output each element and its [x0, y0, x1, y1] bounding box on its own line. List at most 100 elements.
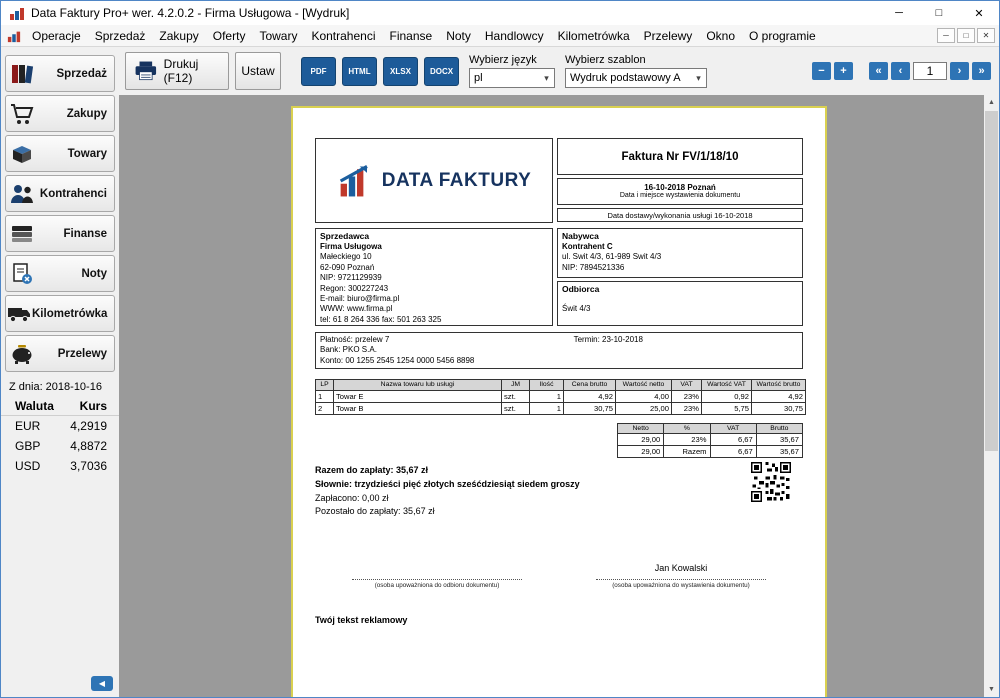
menu-handlowcy[interactable]: Handlowcy	[478, 27, 551, 45]
minimize-button[interactable]: ─	[879, 1, 919, 25]
close-button[interactable]: ✕	[959, 1, 999, 25]
rate-row-usd: USD 3,7036	[1, 456, 119, 476]
paid-amount: Zapłacono: 0,00 zł	[315, 492, 803, 506]
cell-vat: 5,75	[702, 402, 752, 414]
menu-o-programie[interactable]: O programie	[742, 27, 823, 45]
sidebar-item-noty[interactable]: Noty	[5, 255, 115, 292]
cell-gross-price: 4,92	[564, 390, 616, 402]
export-xlsx-button[interactable]: XLSX	[383, 57, 418, 86]
payment-method: Płatność: przelew 7	[320, 335, 798, 345]
cell-jm: szt.	[502, 390, 530, 402]
template-select[interactable]: Wydruk podstawowy A ▾	[565, 68, 707, 88]
menu-okno[interactable]: Okno	[699, 27, 742, 45]
rate-value: 4,8872	[70, 439, 107, 453]
page-number-input[interactable]	[913, 62, 947, 80]
maximize-button[interactable]: □	[919, 1, 959, 25]
col-header: VAT	[672, 380, 702, 390]
sidebar-collapse-button[interactable]: ◀	[91, 676, 113, 691]
first-page-button[interactable]: «	[869, 62, 888, 80]
mdi-window-controls: ─ □ ✕	[937, 28, 999, 43]
menu-finanse[interactable]: Finanse	[383, 27, 440, 45]
buyer-line: ul. Swit 4/3, 61-989 Swit 4/3	[562, 252, 798, 262]
sidebar-item-label: Kontrahenci	[38, 188, 114, 200]
payment-term: Termin: 23-10-2018	[574, 335, 643, 345]
print-button-label: Drukuj (F12)	[164, 57, 220, 85]
invoice-page: DATA FAKTURY Faktura Nr FV/1/18/10 16-10…	[291, 106, 827, 697]
col-header: LP	[316, 380, 334, 390]
cell-lp: 2	[316, 402, 334, 414]
sidebar-item-przelewy[interactable]: Przelewy	[5, 335, 115, 372]
seller-line: tel: 61 8 264 336 fax: 501 263 325	[320, 315, 548, 325]
language-value: pl	[474, 72, 483, 84]
total-due: Razem do zapłaty: 35,67 zł	[315, 464, 803, 478]
col-header: Wartość netto	[616, 380, 672, 390]
menu-towary[interactable]: Towary	[252, 27, 304, 45]
col-header: Wartość VAT	[702, 380, 752, 390]
print-button[interactable]: Drukuj (F12)	[125, 52, 229, 90]
sidebar-item-label: Noty	[38, 268, 114, 280]
delivery-date-line: Data dostawy/wykonania usługi 16-10-2018	[557, 208, 803, 222]
col-header: JM	[502, 380, 530, 390]
issuer-signature: Jan Kowalski (osoba upoważniona do wysta…	[596, 563, 766, 589]
sidebar-item-kilometrowka[interactable]: Kilometrówka	[5, 295, 115, 332]
menu-kilometrowka[interactable]: Kilometrówka	[551, 27, 637, 45]
language-select[interactable]: pl ▾	[469, 68, 555, 88]
next-page-button[interactable]: ›	[950, 62, 969, 80]
export-docx-button[interactable]: DOCX	[424, 57, 459, 86]
seller-line: E-mail: biuro@firma.pl	[320, 294, 548, 304]
menu-zakupy[interactable]: Zakupy	[152, 27, 205, 45]
menu-kontrahenci[interactable]: Kontrahenci	[304, 27, 382, 45]
sum-vat: 6,67	[710, 445, 756, 457]
menu-noty[interactable]: Noty	[439, 27, 478, 45]
cell-lp: 1	[316, 390, 334, 402]
rates-date: Z dnia: 2018-10-16	[1, 379, 119, 397]
piggy-bank-icon	[6, 341, 38, 367]
app-window: Data Faktury Pro+ wer. 4.2.0.2 - Firma U…	[0, 0, 1000, 698]
scrollbar-thumb[interactable]	[985, 111, 998, 451]
sum-header: VAT	[710, 423, 756, 433]
shopping-cart-icon	[6, 101, 38, 127]
sidebar-item-kontrahenci[interactable]: Kontrahenci	[5, 175, 115, 212]
receiver-name: Świt 4/3	[562, 304, 798, 314]
col-header: Nazwa towaru lub usługi	[334, 380, 502, 390]
scroll-up-icon[interactable]: ▲	[984, 95, 999, 110]
sidebar-item-sprzedaz[interactable]: Sprzedaż	[5, 55, 115, 92]
menu-operacje[interactable]: Operacje	[25, 27, 88, 45]
mdi-restore-button[interactable]: □	[957, 28, 975, 43]
sum-brutto: 35,67	[756, 445, 802, 457]
issuer-signature-caption: (osoba upoważniona do wystawienia dokume…	[596, 582, 766, 589]
zoom-out-button[interactable]: −	[812, 62, 831, 80]
invoice-issue-box: 16-10-2018 Poznań Data i miejsce wystawi…	[557, 178, 803, 205]
export-html-button[interactable]: HTML	[342, 57, 377, 86]
receiver-signature-caption: (osoba upoważniona do odbioru dokumentu)	[352, 582, 522, 589]
mdi-minimize-button[interactable]: ─	[937, 28, 955, 43]
vertical-scrollbar[interactable]: ▲ ▼	[984, 95, 999, 697]
rate-value: 3,7036	[70, 459, 107, 473]
setup-button-label: Ustaw	[241, 64, 274, 78]
printer-icon	[134, 59, 158, 83]
last-page-button[interactable]: »	[972, 62, 991, 80]
sidebar-item-zakupy[interactable]: Zakupy	[5, 95, 115, 132]
setup-button[interactable]: Ustaw	[235, 52, 281, 90]
prev-page-button[interactable]: ‹	[891, 62, 910, 80]
sidebar-item-finanse[interactable]: Finanse	[5, 215, 115, 252]
scroll-down-icon[interactable]: ▼	[984, 682, 999, 697]
menu-przelewy[interactable]: Przelewy	[637, 27, 700, 45]
col-header: Ilość	[530, 380, 564, 390]
menu-sprzedaz[interactable]: Sprzedaż	[88, 27, 153, 45]
app-icon	[9, 5, 25, 21]
table-row: 1 Towar E szt. 1 4,92 4,00 23% 0,92 4,92	[316, 390, 806, 402]
advert-footer-text: Twój tekst reklamowy	[315, 615, 803, 625]
export-pdf-button[interactable]: PDF	[301, 57, 336, 86]
menu-oferty[interactable]: Oferty	[206, 27, 253, 45]
sidebar-item-towary[interactable]: Towary	[5, 135, 115, 172]
cell-jm: szt.	[502, 402, 530, 414]
sidebar: Sprzedaż Zakupy	[1, 47, 119, 697]
invoice-number: Faktura Nr FV/1/18/10	[557, 138, 803, 175]
seller-box: Sprzedawca Firma Usługowa Małeckiego 10 …	[315, 228, 553, 326]
print-preview-area: DATA FAKTURY Faktura Nr FV/1/18/10 16-10…	[119, 95, 999, 697]
template-group: Wybierz szablon Wydruk podstawowy A ▾	[565, 54, 707, 88]
zoom-in-button[interactable]: +	[834, 62, 853, 80]
payment-box: Płatność: przelew 7 Bank: PKO S.A. Konto…	[315, 332, 803, 369]
mdi-close-button[interactable]: ✕	[977, 28, 995, 43]
